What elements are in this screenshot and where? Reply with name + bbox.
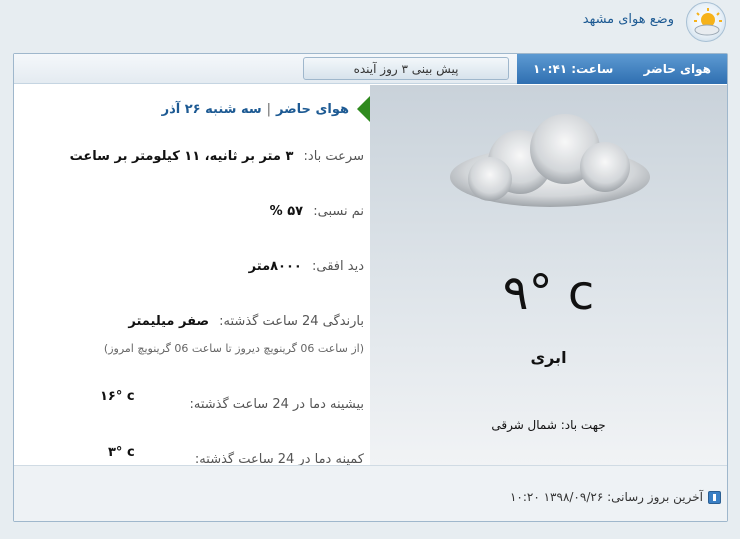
visibility-label: دید افقی:: [312, 259, 364, 274]
max-temp-value: ۱۶° c: [100, 389, 135, 404]
wind-speed-label: سرعت باد:: [303, 149, 364, 164]
wind-speed-row: سرعت باد: ۳ متر بر ثانیه، ۱۱ کیلومتر بر …: [70, 149, 364, 164]
current-weather-display: ۹° c ابری جهت باد: شمال شرقی: [370, 85, 727, 465]
weather-panel: هوای حاضر ساعت: ۱۰:۴۱ پیش بینی ۳ روز آین…: [13, 53, 728, 522]
tab-current-label: هوای حاضر: [643, 62, 711, 76]
heading-label: هوای حاضر: [276, 101, 349, 117]
condition: ابری: [530, 348, 567, 367]
cloud-icon: [450, 114, 650, 207]
rain-row: بارندگی 24 ساعت گذشته: صفر میلیمتر: [128, 314, 364, 329]
humidity-label: نم نسبی:: [313, 204, 364, 219]
forecast-button[interactable]: پیش بینی ۳ روز آینده: [303, 57, 509, 80]
heading-separator: |: [266, 101, 272, 117]
max-temp-row: بیشینه دما در 24 ساعت گذشته:: [189, 397, 364, 412]
rain-value: صفر میلیمتر: [128, 314, 210, 329]
humidity-row: نم نسبی: ۵۷ %: [270, 204, 364, 219]
details-heading: هوای حاضر | سه شنبه ۲۶ آذر: [162, 95, 370, 123]
app-title: وضع هوای مشهد: [582, 12, 674, 27]
sun-cloud-icon: [686, 2, 726, 42]
visibility-row: دید افقی: ۸۰۰۰متر: [249, 259, 364, 274]
humidity-value: ۵۷ %: [269, 204, 304, 219]
arrow-marker-icon: [357, 96, 370, 122]
max-temp-label: بیشینه دما در 24 ساعت گذشته:: [189, 397, 364, 412]
visibility-value: ۸۰۰۰متر: [248, 259, 302, 274]
info-icon: [708, 490, 721, 504]
wind-direction: جهت باد: شمال شرقی: [491, 418, 606, 432]
footer: آخرین بروز رسانی: ۱۳۹۸/۰۹/۲۶ ۱۰:۲۰: [14, 465, 727, 521]
min-temp-value: ۳° c: [108, 445, 135, 460]
last-update-text: آخرین بروز رسانی: ۱۳۹۸/۰۹/۲۶ ۱۰:۲۰: [509, 490, 703, 504]
temperature: ۹° c: [502, 265, 595, 321]
tab-current-weather[interactable]: هوای حاضر ساعت: ۱۰:۴۱: [517, 54, 727, 84]
header: وضع هوای مشهد: [0, 0, 740, 46]
rain-note: (از ساعت 06 گرینویچ دیروز تا ساعت 06 گری…: [103, 342, 364, 355]
tab-bar: هوای حاضر ساعت: ۱۰:۴۱ پیش بینی ۳ روز آین…: [14, 54, 727, 84]
clock: ساعت: ۱۰:۴۱: [533, 62, 614, 76]
rain-label: بارندگی 24 ساعت گذشته:: [219, 314, 364, 329]
wind-speed-value: ۳ متر بر ثانیه، ۱۱ کیلومتر بر ساعت: [69, 149, 294, 164]
heading-date: سه شنبه ۲۶ آذر: [161, 101, 262, 117]
details-panel: هوای حاضر | سه شنبه ۲۶ آذر سرعت باد: ۳ م…: [14, 85, 370, 467]
last-update: آخرین بروز رسانی: ۱۳۹۸/۰۹/۲۶ ۱۰:۲۰: [510, 490, 721, 504]
